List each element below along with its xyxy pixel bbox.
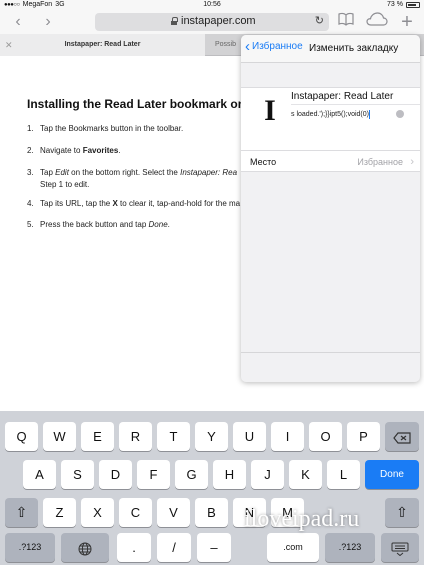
clock: 10:56	[203, 1, 221, 8]
close-icon[interactable]: ✕	[5, 40, 13, 51]
chevron-left-icon: ‹	[245, 37, 250, 55]
clear-field-icon[interactable]	[396, 110, 404, 118]
article-title: Installing the Read Later bookmark on iP…	[27, 97, 274, 111]
back-label: Избранное	[252, 41, 303, 52]
key-j[interactable]: J	[251, 460, 284, 489]
key-r[interactable]: R	[119, 422, 152, 451]
book-icon[interactable]	[338, 12, 354, 32]
key-x[interactable]: X	[81, 498, 114, 527]
bookmark-url-field[interactable]: s loaded.');}}ipt5();void(0)	[291, 108, 401, 121]
popover-header: ‹ Избранное Изменить закладку	[241, 35, 420, 63]
key-f[interactable]: F	[137, 460, 170, 489]
key-h[interactable]: H	[213, 460, 246, 489]
key-v[interactable]: V	[157, 498, 190, 527]
chevron-left-icon[interactable]: ‹	[10, 12, 26, 32]
keyboard-dismiss-icon[interactable]	[381, 533, 419, 562]
key-p[interactable]: P	[347, 422, 380, 451]
key-z[interactable]: Z	[43, 498, 76, 527]
watermark: iloveipad.ru	[244, 506, 360, 532]
key-c[interactable]: C	[119, 498, 152, 527]
done-button[interactable]: Done	[365, 460, 419, 489]
onscreen-keyboard: Q W E R T Y U I O P A S D F G H J K L Do…	[0, 411, 424, 565]
bookmark-url-text: s loaded.');}}ipt5();void(0)	[291, 111, 369, 118]
battery-icon	[406, 2, 420, 8]
chevron-right-icon[interactable]: ›	[40, 12, 56, 32]
reload-icon[interactable]: ↻	[315, 14, 324, 27]
shift-icon[interactable]: ⇧	[5, 498, 38, 527]
key-g[interactable]: G	[175, 460, 208, 489]
key-k[interactable]: K	[289, 460, 322, 489]
popover-title: Изменить закладку	[309, 43, 399, 54]
key-e[interactable]: E	[81, 422, 114, 451]
key-b[interactable]: B	[195, 498, 228, 527]
location-label: Место	[250, 157, 277, 167]
chevron-right-icon: ›	[410, 156, 414, 168]
battery-percent: 73 %	[387, 1, 403, 8]
key-t[interactable]: T	[157, 422, 190, 451]
key-l[interactable]: L	[327, 460, 360, 489]
bookmark-name-field[interactable]: Instapaper: Read Later	[291, 88, 420, 105]
key-s[interactable]: S	[61, 460, 94, 489]
url-text: instapaper.com	[181, 15, 256, 27]
browser-toolbar: ‹ › instapaper.com ↻ +	[0, 10, 424, 34]
cloud-icon[interactable]	[366, 12, 388, 32]
shift-icon[interactable]: ⇧	[385, 498, 419, 527]
key-period[interactable]: .	[117, 533, 151, 562]
key-u[interactable]: U	[233, 422, 266, 451]
key-w[interactable]: W	[43, 422, 76, 451]
location-value: Избранное	[357, 157, 403, 167]
numbers-key[interactable]: .?123	[325, 533, 375, 562]
key-y[interactable]: Y	[195, 422, 228, 451]
key-slash[interactable]: /	[157, 533, 191, 562]
key-d[interactable]: D	[99, 460, 132, 489]
back-to-favorites-button[interactable]: ‹ Избранное	[245, 37, 303, 55]
dotcom-key[interactable]: .com	[267, 533, 319, 562]
key-o[interactable]: O	[309, 422, 342, 451]
key-i[interactable]: I	[271, 422, 304, 451]
edit-bookmark-popover: ‹ Избранное Изменить закладку I Instapap…	[241, 35, 420, 382]
tab-instapaper[interactable]: Instapaper: Read Later	[0, 34, 205, 56]
backspace-icon[interactable]	[385, 422, 419, 451]
bookmark-favicon: I	[253, 94, 287, 128]
location-row[interactable]: Место Избранное ›	[241, 150, 420, 172]
status-bar: ●●●○○ MegaFon 3G 10:56 73 %	[0, 0, 424, 10]
tab-label: Instapaper: Read Later	[64, 41, 141, 48]
numbers-key[interactable]: .?123	[5, 533, 55, 562]
key-dash[interactable]: –	[197, 533, 231, 562]
key-a[interactable]: A	[23, 460, 56, 489]
plus-icon[interactable]: +	[398, 12, 416, 32]
text-caret	[369, 109, 370, 119]
address-bar[interactable]: instapaper.com ↻	[95, 13, 329, 31]
key-q[interactable]: Q	[5, 422, 38, 451]
divider	[241, 352, 420, 353]
lock-icon	[171, 17, 178, 25]
tab-label: Possib	[215, 41, 237, 48]
globe-icon[interactable]	[61, 533, 109, 562]
